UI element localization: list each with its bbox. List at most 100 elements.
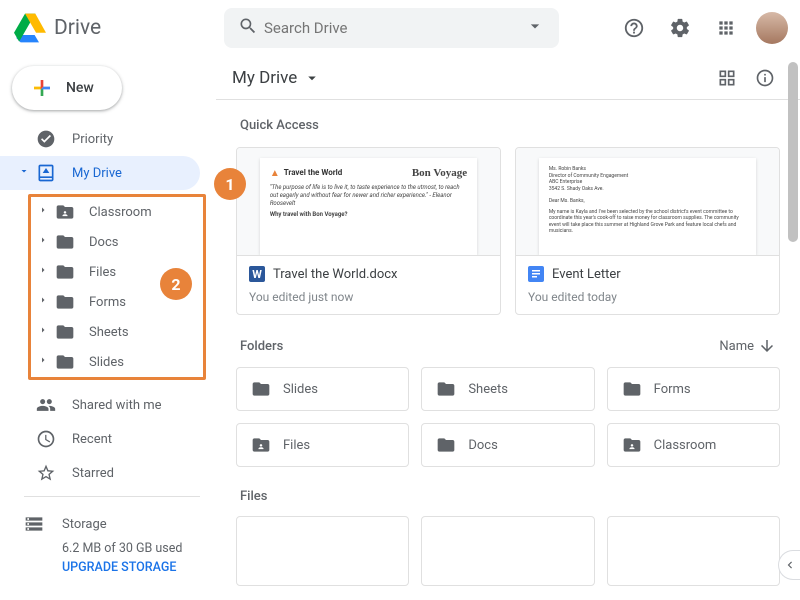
shared-folder-icon — [55, 202, 75, 222]
folder-label: Slides — [283, 382, 318, 397]
chevron-down-icon — [303, 69, 321, 87]
folder-label: Sheets — [468, 382, 508, 397]
folder-card[interactable]: Docs — [421, 423, 594, 467]
tree-label: Sheets — [89, 325, 129, 340]
search-icon — [232, 10, 264, 46]
sidebar: New Priority My Drive Classroom Docs — [0, 56, 216, 600]
chevron-right-icon — [37, 354, 51, 370]
folder-card[interactable]: Slides — [236, 367, 409, 411]
quick-access-title: Quick Access — [240, 118, 776, 133]
new-button[interactable]: New — [12, 66, 122, 110]
shared-icon — [36, 395, 56, 415]
app-title: Drive — [54, 16, 101, 40]
nav-priority[interactable]: Priority — [0, 122, 200, 156]
tree-label: Files — [89, 265, 116, 280]
tree-item-sheets[interactable]: Sheets — [31, 317, 203, 347]
nav-my-drive[interactable]: My Drive — [0, 156, 200, 190]
folder-card[interactable]: Classroom — [607, 423, 780, 467]
file-card[interactable] — [236, 516, 409, 586]
scroll-thumb[interactable] — [788, 62, 798, 242]
nav-label: Starred — [72, 466, 114, 481]
tree-label: Forms — [89, 295, 126, 310]
file-name: Event Letter — [552, 267, 621, 282]
folder-label: Forms — [654, 382, 691, 397]
help-button[interactable] — [614, 8, 654, 48]
folder-icon — [55, 232, 75, 252]
shared-folder-icon — [622, 435, 642, 455]
side-panel-collapse-button[interactable] — [778, 550, 800, 580]
file-subtitle: You edited today — [528, 290, 765, 304]
files-title: Files — [240, 489, 776, 504]
scrollbar[interactable] — [788, 62, 798, 598]
sort-button[interactable]: Name — [719, 337, 776, 355]
app-header: Drive — [0, 0, 800, 56]
arrow-down-icon — [758, 337, 776, 355]
file-preview: ▲Travel the WorldBon Voyage "The purpose… — [237, 148, 500, 256]
file-name: Travel the World.docx — [273, 267, 398, 282]
search-dropdown-icon[interactable] — [519, 10, 551, 46]
storage-icon — [24, 514, 44, 534]
tree-label: Classroom — [89, 205, 152, 220]
folder-card[interactable]: Forms — [607, 367, 780, 411]
tree-item-docs[interactable]: Docs — [31, 227, 203, 257]
search-input[interactable] — [264, 19, 519, 37]
drive-logo[interactable]: Drive — [14, 12, 224, 44]
folder-icon — [436, 379, 456, 399]
gdoc-icon — [528, 266, 544, 282]
recent-icon — [36, 429, 56, 449]
main-header: My Drive — [216, 56, 800, 100]
tree-item-slides[interactable]: Slides — [31, 347, 203, 377]
plus-icon — [30, 76, 54, 100]
folder-card[interactable]: Files — [236, 423, 409, 467]
nav-starred[interactable]: Starred — [0, 456, 200, 490]
folder-icon — [55, 292, 75, 312]
tree-item-classroom[interactable]: Classroom — [31, 197, 203, 227]
my-drive-icon — [36, 163, 56, 183]
apps-button[interactable] — [706, 8, 746, 48]
word-doc-icon: W — [249, 266, 265, 282]
grid-view-button[interactable] — [708, 59, 746, 97]
storage-label: Storage — [62, 517, 107, 532]
nav-recent[interactable]: Recent — [0, 422, 200, 456]
nav-label: My Drive — [72, 166, 122, 181]
folder-icon — [55, 262, 75, 282]
shared-folder-icon — [251, 435, 271, 455]
chevron-right-icon — [37, 294, 51, 310]
folder-card[interactable]: Sheets — [421, 367, 594, 411]
folders-title: Folders — [240, 339, 283, 354]
new-button-label: New — [66, 80, 94, 96]
file-subtitle: You edited just now — [249, 290, 486, 304]
main-content: My Drive Quick Access ▲Travel the WorldB… — [216, 56, 800, 600]
info-button[interactable] — [746, 59, 784, 97]
search-box[interactable] — [224, 8, 559, 48]
priority-icon — [36, 129, 56, 149]
account-avatar[interactable] — [756, 12, 788, 44]
file-card[interactable] — [607, 516, 780, 586]
upgrade-storage-link[interactable]: UPGRADE STORAGE — [24, 560, 216, 575]
folder-label: Classroom — [654, 438, 717, 453]
folder-icon — [55, 352, 75, 372]
chevron-right-icon — [37, 234, 51, 250]
nav-shared-with-me[interactable]: Shared with me — [0, 388, 200, 422]
annotation-callout-2: 2 — [160, 268, 192, 300]
nav-label: Priority — [72, 132, 113, 147]
tree-label: Docs — [89, 235, 118, 250]
nav-label: Recent — [72, 432, 112, 447]
folder-label: Docs — [468, 438, 497, 453]
folder-icon — [251, 379, 271, 399]
sort-label: Name — [719, 339, 754, 354]
quick-access-card[interactable]: ▲Travel the WorldBon Voyage "The purpose… — [236, 147, 501, 315]
file-card[interactable] — [421, 516, 594, 586]
svg-text:W: W — [252, 268, 262, 281]
file-preview: Ms. Robin Banks Director of Community En… — [516, 148, 779, 256]
settings-button[interactable] — [660, 8, 700, 48]
expand-icon[interactable] — [18, 165, 32, 181]
content-scroll[interactable]: Quick Access ▲Travel the WorldBon Voyage… — [216, 100, 800, 600]
storage-used: 6.2 MB of 30 GB used — [24, 541, 216, 556]
annotation-callout-1: 1 — [214, 168, 246, 200]
nav-label: Shared with me — [72, 398, 162, 413]
quick-access-card[interactable]: Ms. Robin Banks Director of Community En… — [515, 147, 780, 315]
breadcrumb[interactable]: My Drive — [232, 68, 321, 88]
nav-storage[interactable]: Storage — [24, 507, 216, 541]
chevron-right-icon — [37, 204, 51, 220]
